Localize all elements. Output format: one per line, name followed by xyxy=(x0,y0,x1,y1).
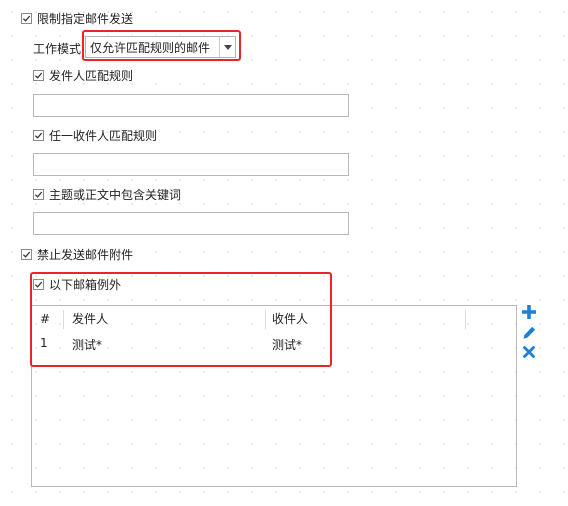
recipient-rule-checkbox[interactable]: 任一收件人匹配规则 xyxy=(33,127,157,143)
checkbox-box[interactable] xyxy=(33,129,44,141)
add-exception-button[interactable] xyxy=(521,304,537,320)
pencil-icon xyxy=(523,326,535,339)
restrict-send-checkbox[interactable]: 限制指定邮件发送 xyxy=(21,10,133,26)
highlight-box-exceptions xyxy=(30,272,332,367)
plus-icon xyxy=(522,305,536,319)
check-icon xyxy=(22,251,31,258)
check-icon xyxy=(34,132,43,139)
sender-rule-label: 发件人匹配规则 xyxy=(49,68,134,83)
sender-rule-checkbox[interactable]: 发件人匹配规则 xyxy=(33,67,133,83)
work-mode-label: 工作模式 xyxy=(33,42,82,56)
recipient-rule-label: 任一收件人匹配规则 xyxy=(49,128,158,143)
edit-exception-button[interactable] xyxy=(521,324,537,340)
block-attach-label: 禁止发送邮件附件 xyxy=(37,247,134,262)
column-divider xyxy=(465,310,466,329)
sender-rule-input[interactable] xyxy=(33,94,349,117)
block-attach-checkbox[interactable]: 禁止发送邮件附件 xyxy=(21,246,133,262)
keyword-rule-checkbox[interactable]: 主题或正文中包含关键词 xyxy=(33,186,181,202)
highlight-box-mode xyxy=(82,30,241,61)
checkbox-box[interactable] xyxy=(33,69,44,81)
check-icon xyxy=(34,72,43,79)
x-icon xyxy=(523,346,535,358)
keyword-rule-input[interactable] xyxy=(33,212,349,235)
checkbox-box[interactable] xyxy=(21,248,32,260)
keyword-rule-label: 主题或正文中包含关键词 xyxy=(49,187,182,202)
restrict-send-label: 限制指定邮件发送 xyxy=(37,11,134,26)
check-icon xyxy=(22,15,31,22)
checkbox-box[interactable] xyxy=(21,12,32,24)
check-icon xyxy=(34,191,43,198)
checkbox-box[interactable] xyxy=(33,188,44,200)
recipient-rule-input[interactable] xyxy=(33,153,349,176)
delete-exception-button[interactable] xyxy=(521,344,537,360)
